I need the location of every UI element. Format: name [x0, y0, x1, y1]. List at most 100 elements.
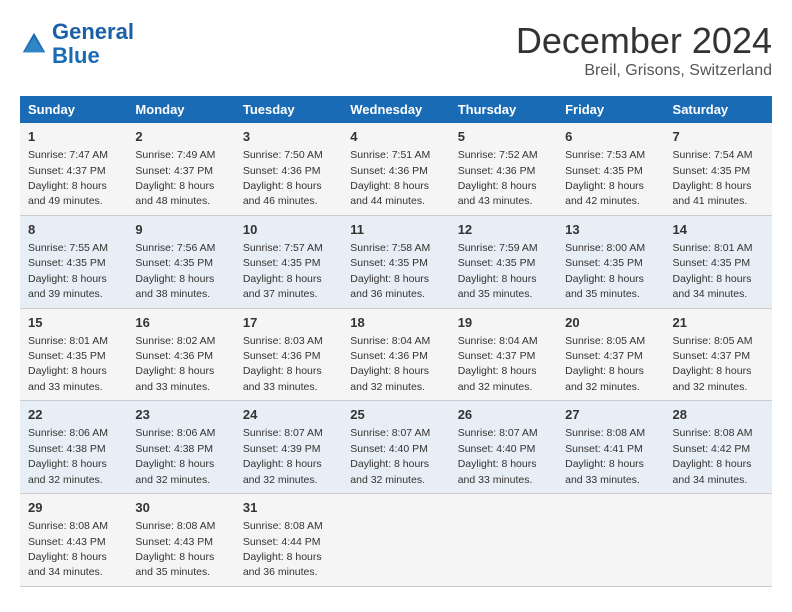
sunset: Sunset: 4:41 PM: [565, 443, 643, 455]
sunrise: Sunrise: 8:06 AM: [135, 427, 215, 439]
sunrise: Sunrise: 7:54 AM: [673, 149, 753, 161]
sunrise: Sunrise: 8:03 AM: [243, 335, 323, 347]
daylight: Daylight: 8 hours and 32 minutes.: [673, 365, 752, 392]
day-12: 12Sunrise: 7:59 AMSunset: 4:35 PMDayligh…: [450, 215, 557, 308]
empty-cell-1: [342, 494, 449, 587]
empty-cell-4: [665, 494, 772, 587]
calendar-body: 1Sunrise: 7:47 AMSunset: 4:37 PMDaylight…: [20, 123, 772, 586]
sunrise: Sunrise: 7:58 AM: [350, 242, 430, 254]
day-16: 16Sunrise: 8:02 AMSunset: 4:36 PMDayligh…: [127, 308, 234, 401]
sunset: Sunset: 4:35 PM: [673, 165, 751, 177]
day-3: 3Sunrise: 7:50 AMSunset: 4:36 PMDaylight…: [235, 123, 342, 215]
sunset: Sunset: 4:43 PM: [28, 536, 106, 548]
daylight: Daylight: 8 hours and 39 minutes.: [28, 273, 107, 300]
daylight: Daylight: 8 hours and 36 minutes.: [243, 551, 322, 578]
daylight: Daylight: 8 hours and 41 minutes.: [673, 180, 752, 207]
sunrise: Sunrise: 7:56 AM: [135, 242, 215, 254]
day-number: 7: [673, 128, 764, 146]
day-number: 2: [135, 128, 226, 146]
daylight: Daylight: 8 hours and 36 minutes.: [350, 273, 429, 300]
day-27: 27Sunrise: 8:08 AMSunset: 4:41 PMDayligh…: [557, 401, 664, 494]
day-number: 20: [565, 314, 656, 332]
day-1: 1Sunrise: 7:47 AMSunset: 4:37 PMDaylight…: [20, 123, 127, 215]
logo-text: General Blue: [52, 20, 134, 68]
sunrise: Sunrise: 8:00 AM: [565, 242, 645, 254]
sunset: Sunset: 4:42 PM: [673, 443, 751, 455]
day-29: 29Sunrise: 8:08 AMSunset: 4:43 PMDayligh…: [20, 494, 127, 587]
day-number: 6: [565, 128, 656, 146]
day-21: 21Sunrise: 8:05 AMSunset: 4:37 PMDayligh…: [665, 308, 772, 401]
sunrise: Sunrise: 8:06 AM: [28, 427, 108, 439]
day-number: 11: [350, 221, 441, 239]
daylight: Daylight: 8 hours and 32 minutes.: [28, 458, 107, 485]
day-number: 5: [458, 128, 549, 146]
sunrise: Sunrise: 8:08 AM: [135, 520, 215, 532]
daylight: Daylight: 8 hours and 33 minutes.: [458, 458, 537, 485]
title-area: December 2024 Breil, Grisons, Switzerlan…: [516, 20, 772, 80]
sunrise: Sunrise: 7:55 AM: [28, 242, 108, 254]
day-14: 14Sunrise: 8:01 AMSunset: 4:35 PMDayligh…: [665, 215, 772, 308]
day-number: 31: [243, 499, 334, 517]
day-number: 23: [135, 406, 226, 424]
daylight: Daylight: 8 hours and 43 minutes.: [458, 180, 537, 207]
day-number: 3: [243, 128, 334, 146]
sunrise: Sunrise: 8:08 AM: [565, 427, 645, 439]
daylight: Daylight: 8 hours and 32 minutes.: [565, 365, 644, 392]
sunrise: Sunrise: 8:07 AM: [243, 427, 323, 439]
logo-icon: [20, 30, 48, 58]
day-number: 13: [565, 221, 656, 239]
daylight: Daylight: 8 hours and 35 minutes.: [458, 273, 537, 300]
week-row-5: 29 Sunrise: 8:08 AM Sunset: 4:43 PM Dayligh…: [20, 494, 772, 587]
sunset: Sunset: 4:38 PM: [135, 443, 213, 455]
sunrise: Sunrise: 8:08 AM: [243, 520, 323, 532]
sunset: Sunset: 4:35 PM: [135, 257, 213, 269]
sunset: Sunset: 4:35 PM: [458, 257, 536, 269]
header: General Blue December 2024 Breil, Grison…: [20, 20, 772, 80]
sunrise: Sunrise: 7:52 AM: [458, 149, 538, 161]
day-28: 28Sunrise: 8:08 AMSunset: 4:42 PMDayligh…: [665, 401, 772, 494]
sunset: Sunset: 4:37 PM: [565, 350, 643, 362]
day-number: 22: [28, 406, 119, 424]
daylight: Daylight: 8 hours and 34 minutes.: [28, 551, 107, 578]
day-10: 10Sunrise: 7:57 AMSunset: 4:35 PMDayligh…: [235, 215, 342, 308]
day-5: 5 Sunrise: 7:52 AM Sunset: 4:36 PM Daylight…: [450, 123, 557, 215]
sunset: Sunset: 4:37 PM: [673, 350, 751, 362]
header-row: Sunday Monday Tuesday Wednesday Thursday…: [20, 96, 772, 123]
daylight: Daylight: 8 hours and 33 minutes.: [28, 365, 107, 392]
sunset: Sunset: 4:35 PM: [28, 257, 106, 269]
week-row-3: 15Sunrise: 8:01 AMSunset: 4:35 PMDayligh…: [20, 308, 772, 401]
sunset: Sunset: 4:36 PM: [350, 350, 428, 362]
sunrise: Sunrise: 8:01 AM: [28, 335, 108, 347]
daylight: Daylight: 8 hours and 34 minutes.: [673, 458, 752, 485]
sunset: Sunset: 4:36 PM: [243, 350, 321, 362]
sunset: Sunset: 4:39 PM: [243, 443, 321, 455]
sunset: Sunset: 4:36 PM: [458, 165, 536, 177]
sunrise: Sunrise: 8:08 AM: [673, 427, 753, 439]
day-4: 4Sunrise: 7:51 AMSunset: 4:36 PMDaylight…: [342, 123, 449, 215]
day-number: 29: [28, 499, 119, 517]
col-saturday: Saturday: [665, 96, 772, 123]
daylight: Daylight: 8 hours and 42 minutes.: [565, 180, 644, 207]
day-number: 9: [135, 221, 226, 239]
sunrise: Sunrise: 7:57 AM: [243, 242, 323, 254]
sunset: Sunset: 4:35 PM: [28, 350, 106, 362]
daylight: Daylight: 8 hours and 32 minutes.: [350, 365, 429, 392]
col-sunday: Sunday: [20, 96, 127, 123]
day-26: 26Sunrise: 8:07 AMSunset: 4:40 PMDayligh…: [450, 401, 557, 494]
day-number: 16: [135, 314, 226, 332]
day-17: 17Sunrise: 8:03 AMSunset: 4:36 PMDayligh…: [235, 308, 342, 401]
day-number: 27: [565, 406, 656, 424]
sunset: Sunset: 4:38 PM: [28, 443, 106, 455]
sunrise: Sunrise: 8:07 AM: [458, 427, 538, 439]
day-number: 1: [28, 128, 119, 146]
day-30: 30Sunrise: 8:08 AMSunset: 4:43 PMDayligh…: [127, 494, 234, 587]
day-13: 13Sunrise: 8:00 AMSunset: 4:35 PMDayligh…: [557, 215, 664, 308]
sunrise: Sunrise: 7:51 AM: [350, 149, 430, 161]
daylight: Daylight: 8 hours and 38 minutes.: [135, 273, 214, 300]
day-11: 11Sunrise: 7:58 AMSunset: 4:35 PMDayligh…: [342, 215, 449, 308]
day-number: 19: [458, 314, 549, 332]
sunrise: Sunrise: 8:04 AM: [458, 335, 538, 347]
col-wednesday: Wednesday: [342, 96, 449, 123]
sunset: Sunset: 4:44 PM: [243, 536, 321, 548]
day-number: 4: [350, 128, 441, 146]
